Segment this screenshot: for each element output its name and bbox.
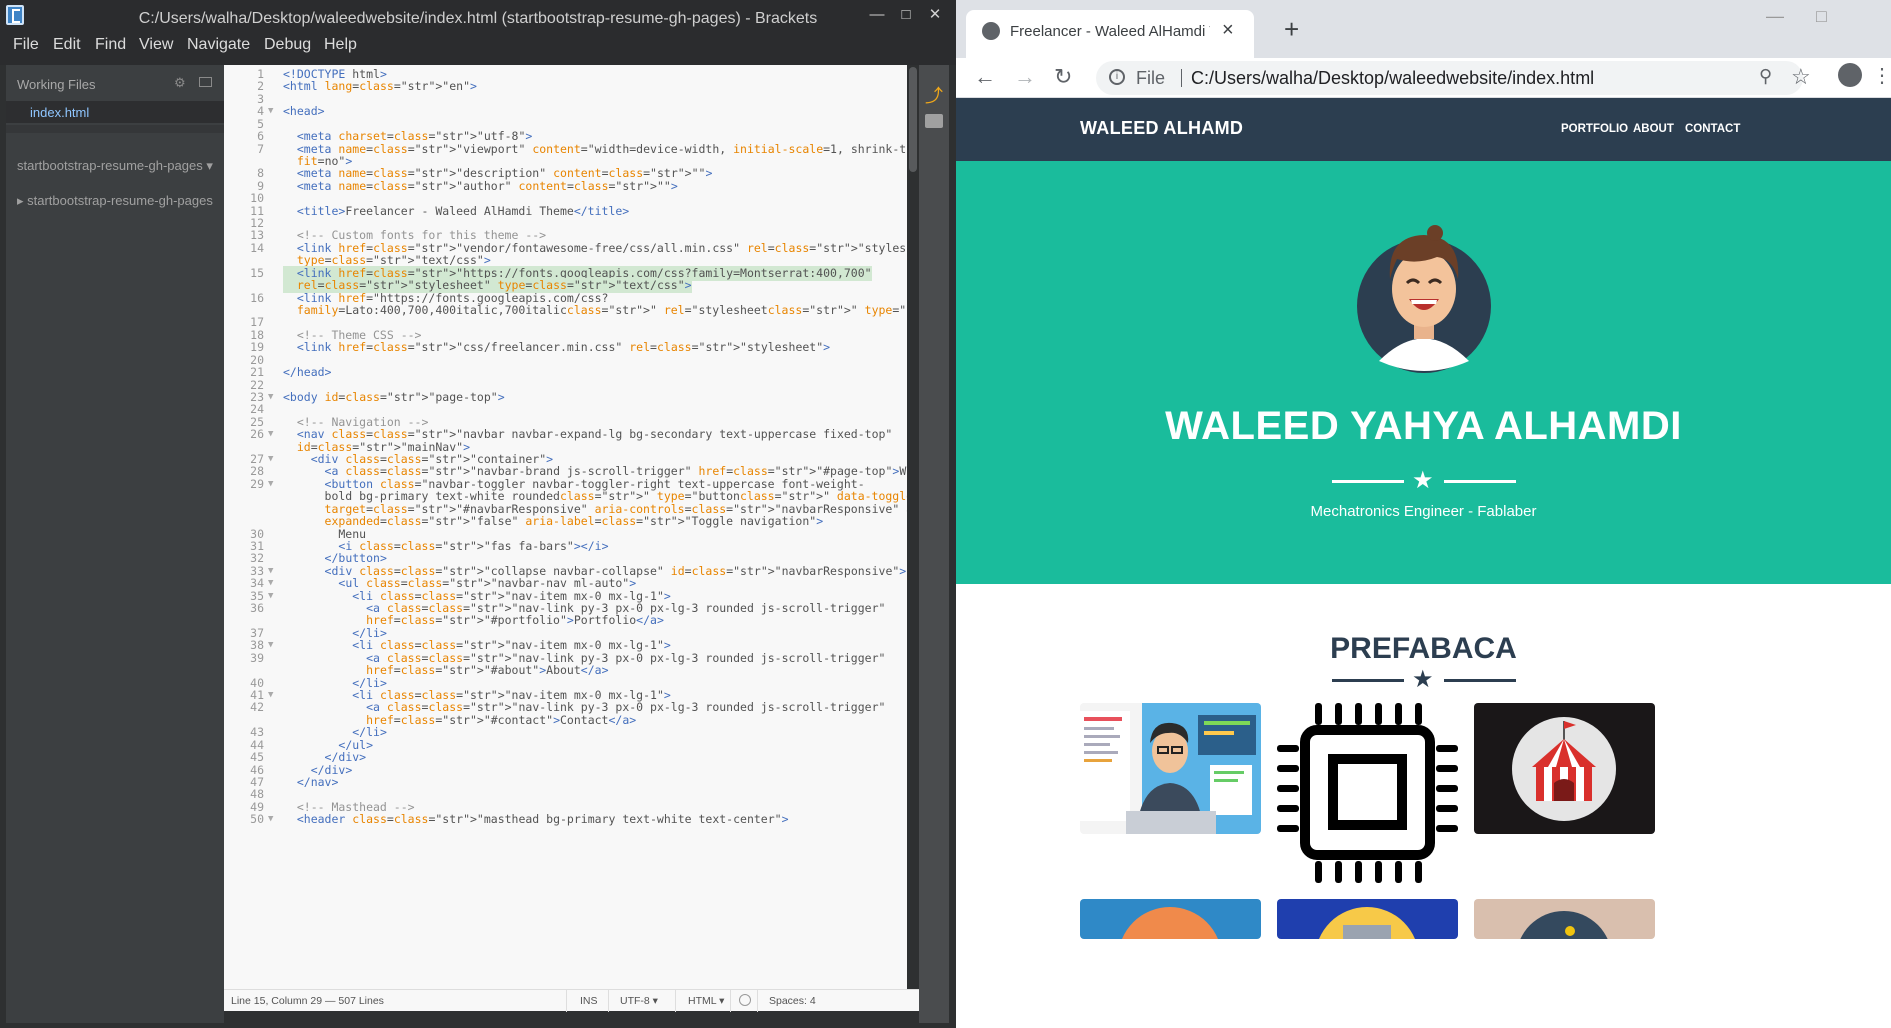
star-icon: ★ xyxy=(1412,666,1434,693)
language-select[interactable]: HTML ▾ xyxy=(688,995,724,1007)
menu-find[interactable]: Find xyxy=(95,36,126,54)
nav-about[interactable]: ABOUT xyxy=(1633,123,1674,135)
info-icon[interactable]: i xyxy=(1109,69,1125,85)
web-page: WALEED ALHAMD PORTFOLIO ABOUT CONTACT WA… xyxy=(956,98,1891,1028)
avatar xyxy=(1357,225,1491,373)
globe-icon xyxy=(982,22,1000,40)
brackets-window: C:/Users/walha/Desktop/waleedwebsite/ind… xyxy=(0,0,956,1028)
menu-debug[interactable]: Debug xyxy=(264,36,311,54)
developer-illustration xyxy=(1080,703,1261,834)
address-bar[interactable]: i File C:/Users/walha/Desktop/waleedwebs… xyxy=(1096,61,1811,95)
maximize-icon[interactable]: □ xyxy=(891,4,921,26)
tab-close-icon[interactable]: × xyxy=(1222,19,1234,42)
working-files-label: Working Files xyxy=(17,77,96,92)
sidebar: Working Files ⚙ index.html startbootstra… xyxy=(6,65,224,1023)
nav-portfolio[interactable]: PORTFOLIO xyxy=(1561,123,1628,135)
star-icon: ★ xyxy=(1412,467,1434,494)
reload-icon[interactable]: ↻ xyxy=(1054,64,1072,90)
back-icon[interactable]: ← xyxy=(974,64,996,90)
portfolio-item-developer[interactable] xyxy=(1080,703,1261,834)
project-folder-item[interactable]: ▸ startbootstrap-resume-gh-pages xyxy=(17,193,213,209)
right-toolbar xyxy=(919,65,949,1023)
minimize-icon[interactable]: — xyxy=(862,4,892,26)
nav-contact[interactable]: CONTACT xyxy=(1685,123,1740,135)
encoding-select[interactable]: UTF-8 ▾ xyxy=(620,995,658,1007)
forward-icon[interactable]: → xyxy=(1014,64,1036,90)
line-number: 50 xyxy=(250,812,264,827)
portfolio-thumb-5 xyxy=(1319,907,1415,939)
hero-subtitle: Mechatronics Engineer - Fablaber xyxy=(1310,503,1537,520)
portfolio-item-6[interactable] xyxy=(1474,899,1655,939)
editor-scrollbar-thumb[interactable] xyxy=(909,67,917,172)
maximize-icon[interactable]: □ xyxy=(1816,6,1827,27)
portfolio-thumb-4 xyxy=(1122,907,1218,939)
minimize-icon[interactable]: — xyxy=(1766,6,1784,27)
portfolio-thumb-6 xyxy=(1520,911,1608,939)
zoom-icon[interactable]: ⚲ xyxy=(1759,66,1772,87)
portfolio-item-chip[interactable] xyxy=(1277,703,1458,883)
fold-arrow-icon[interactable]: ▼ xyxy=(268,812,273,827)
cursor-position: Line 15, Column 29 — 507 Lines xyxy=(231,995,384,1007)
hero-name: WALEED YAHYA ALHAMDI xyxy=(1165,404,1682,448)
gear-icon[interactable]: ⚙ xyxy=(174,75,186,91)
url-scheme: File xyxy=(1136,68,1166,88)
sidebar-divider xyxy=(6,125,224,133)
profile-icon[interactable] xyxy=(1838,63,1862,87)
status-bar: Line 15, Column 29 — 507 Lines INS UTF-8… xyxy=(224,989,919,1012)
circus-tent-icon xyxy=(1512,717,1616,821)
code-editor[interactable]: 1 <!DOCTYPE html> 2 <html lang=class="str">… xyxy=(224,65,907,989)
extension-manager-icon[interactable] xyxy=(925,114,943,128)
indent-spaces[interactable]: Spaces: 4 xyxy=(769,995,816,1007)
url-text: C:/Users/walha/Desktop/waleedwebsite/ind… xyxy=(1191,68,1595,88)
browser-tab[interactable]: Freelancer - Waleed AlHamdi Theme × xyxy=(966,10,1254,58)
tab-strip: Freelancer - Waleed AlHamdi Theme × + — … xyxy=(956,0,1891,58)
tab-title: Freelancer - Waleed AlHamdi Theme xyxy=(1010,23,1210,40)
portfolio-item-5[interactable] xyxy=(1277,899,1458,939)
working-file-name: index.html xyxy=(30,105,90,120)
chrome-window: Freelancer - Waleed AlHamdi Theme × + — … xyxy=(956,0,1891,1028)
live-preview-icon[interactable]: ⤴ xyxy=(925,82,943,108)
brackets-titlebar: C:/Users/walha/Desktop/waleedwebsite/ind… xyxy=(0,0,956,35)
working-file-item[interactable]: index.html xyxy=(6,101,224,123)
editor-scrollbar[interactable] xyxy=(907,65,919,989)
masthead: WALEED YAHYA ALHAMDI ★ Mechatronics Engi… xyxy=(956,161,1891,584)
linter-status-icon[interactable] xyxy=(739,994,751,1006)
portfolio-item-circus[interactable] xyxy=(1474,703,1655,834)
section-divider: ★ xyxy=(1332,666,1516,693)
menu-kebab-icon[interactable]: ⋮ xyxy=(1872,63,1891,88)
site-navbar: WALEED ALHAMD PORTFOLIO ABOUT CONTACT xyxy=(956,98,1891,161)
url-separator xyxy=(1181,69,1182,87)
project-dropdown[interactable]: startbootstrap-resume-gh-pages ▾ xyxy=(17,158,213,174)
window-title: C:/Users/walha/Desktop/waleedwebsite/ind… xyxy=(138,10,818,27)
cpu-chip-icon xyxy=(1277,703,1458,883)
insert-mode[interactable]: INS xyxy=(580,995,598,1007)
close-icon[interactable]: ✕ xyxy=(920,4,950,26)
browser-toolbar: ← → ↻ i File C:/Users/walha/Desktop/wale… xyxy=(956,58,1891,98)
menu-file[interactable]: File xyxy=(13,36,39,54)
section-title: PREFABACA xyxy=(1330,632,1517,665)
menu-help[interactable]: Help xyxy=(324,36,357,54)
menu-view[interactable]: View xyxy=(139,36,173,54)
new-tab-icon[interactable]: + xyxy=(1284,14,1299,45)
portfolio-item-4[interactable] xyxy=(1080,899,1261,939)
menu-edit[interactable]: Edit xyxy=(53,36,81,54)
bookmark-star-icon[interactable]: ☆ xyxy=(1791,64,1811,90)
site-brand[interactable]: WALEED ALHAMD xyxy=(1080,118,1243,139)
code-text: <header class=class="str">"masthead bg-p… xyxy=(296,812,789,827)
menu-navigate[interactable]: Navigate xyxy=(187,36,250,54)
hero-divider: ★ xyxy=(1332,467,1516,494)
split-view-icon[interactable] xyxy=(199,77,212,87)
code-line[interactable]: 50 ▼ <header class=class="str">"masthead … xyxy=(224,812,907,827)
